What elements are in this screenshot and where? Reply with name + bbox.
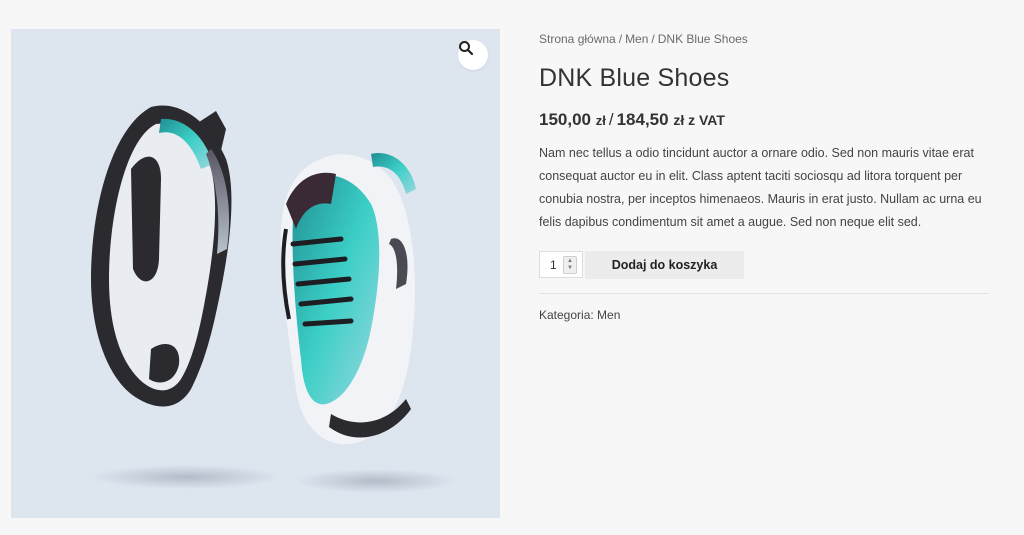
breadcrumb: Strona główna / Men / DNK Blue Shoes xyxy=(539,30,989,48)
product-title: DNK Blue Shoes xyxy=(539,64,730,92)
category-link[interactable]: Men xyxy=(597,308,620,322)
add-to-cart-form: 1 ▲ ▼ Dodaj do koszyka xyxy=(539,250,989,279)
breadcrumb-home-link[interactable]: Strona główna xyxy=(539,32,616,46)
magnifier-icon xyxy=(459,41,474,56)
price-gross-currency: zł z VAT xyxy=(673,112,725,128)
breadcrumb-separator: / xyxy=(651,32,655,46)
left-shoe xyxy=(91,105,232,407)
divider xyxy=(539,293,989,294)
quantity-stepper[interactable]: 1 ▲ ▼ xyxy=(539,251,583,278)
price-gross: 184,50 xyxy=(616,110,669,129)
chevron-up-icon[interactable]: ▲ xyxy=(567,258,573,265)
product-image-gallery[interactable] xyxy=(11,29,500,518)
product-meta: Kategoria: Men xyxy=(539,308,989,322)
product-image xyxy=(91,105,456,493)
breadcrumb-category-link[interactable]: Men xyxy=(625,32,648,46)
category-label: Kategoria: xyxy=(539,308,594,322)
add-to-cart-button[interactable]: Dodaj do koszyka xyxy=(585,250,744,279)
quantity-value: 1 xyxy=(550,257,557,272)
chevron-down-icon[interactable]: ▼ xyxy=(567,265,573,272)
zoom-button[interactable] xyxy=(458,40,488,70)
right-shoe xyxy=(280,153,416,445)
quantity-spinner[interactable]: ▲ ▼ xyxy=(563,255,577,274)
price-net-currency: zł xyxy=(595,113,606,128)
price-separator: / xyxy=(608,110,614,129)
breadcrumb-separator: / xyxy=(618,32,623,46)
product-price: 150,00 zł/184,50 zł z VAT xyxy=(539,108,989,133)
breadcrumb-current: DNK Blue Shoes xyxy=(657,32,748,46)
product-summary: Strona główna / Men / DNK Blue Shoes DNK Blu… xyxy=(539,30,989,322)
product-description: Nam nec tellus a odio tincidunt auctor a… xyxy=(539,146,982,229)
price-net: 150,00 xyxy=(539,110,591,129)
